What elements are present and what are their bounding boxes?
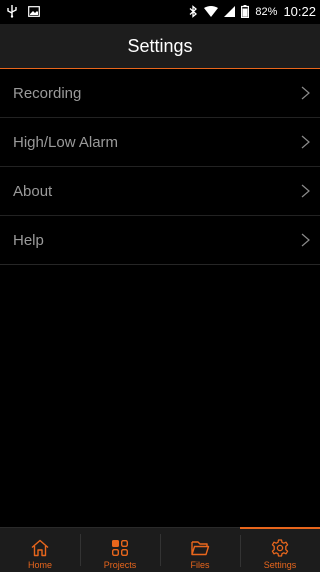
settings-item-help[interactable]: Help — [0, 216, 320, 265]
settings-item-label: Recording — [13, 84, 82, 102]
status-left — [6, 4, 40, 18]
tab-projects[interactable]: Projects — [80, 528, 160, 572]
bottom-tab-bar: Home Projects Files Settings — [0, 527, 320, 572]
tab-files[interactable]: Files — [160, 528, 240, 572]
tab-label: Projects — [103, 560, 137, 570]
settings-item-about[interactable]: About — [0, 167, 320, 216]
settings-item-label: Help — [13, 231, 44, 249]
wifi-icon — [204, 6, 219, 17]
page-title: Settings — [127, 35, 193, 56]
chevron-right-icon — [301, 233, 310, 247]
settings-screen: 82% 10:22 Settings Recording High/Low Al… — [0, 0, 320, 572]
chevron-right-icon — [301, 86, 310, 100]
status-bar: 82% 10:22 — [0, 0, 320, 24]
grid-icon — [112, 540, 128, 556]
battery-icon — [241, 5, 250, 18]
status-right: 82% 10:22 — [189, 4, 316, 19]
image-notification-icon — [28, 5, 40, 17]
app-bar: Settings — [0, 24, 320, 69]
tab-settings[interactable]: Settings — [240, 527, 320, 572]
tab-home[interactable]: Home — [0, 528, 80, 572]
home-icon — [31, 539, 49, 557]
settings-item-label: About — [13, 182, 53, 200]
folder-icon — [191, 541, 210, 556]
settings-item-high-low-alarm[interactable]: High/Low Alarm — [0, 118, 320, 167]
settings-list: Recording High/Low Alarm About Help — [0, 69, 320, 265]
usb-icon — [7, 5, 17, 18]
gear-icon — [271, 539, 289, 557]
battery-percent: 82% — [255, 5, 278, 18]
settings-item-label: High/Low Alarm — [13, 133, 119, 151]
chevron-right-icon — [301, 184, 310, 198]
chevron-right-icon — [301, 135, 310, 149]
tab-label: Settings — [263, 560, 297, 570]
tab-label: Files — [190, 560, 210, 570]
settings-item-recording[interactable]: Recording — [0, 69, 320, 118]
signal-icon — [224, 6, 236, 17]
bluetooth-icon — [189, 5, 198, 18]
clock: 10:22 — [283, 4, 316, 19]
tab-label: Home — [27, 560, 52, 570]
